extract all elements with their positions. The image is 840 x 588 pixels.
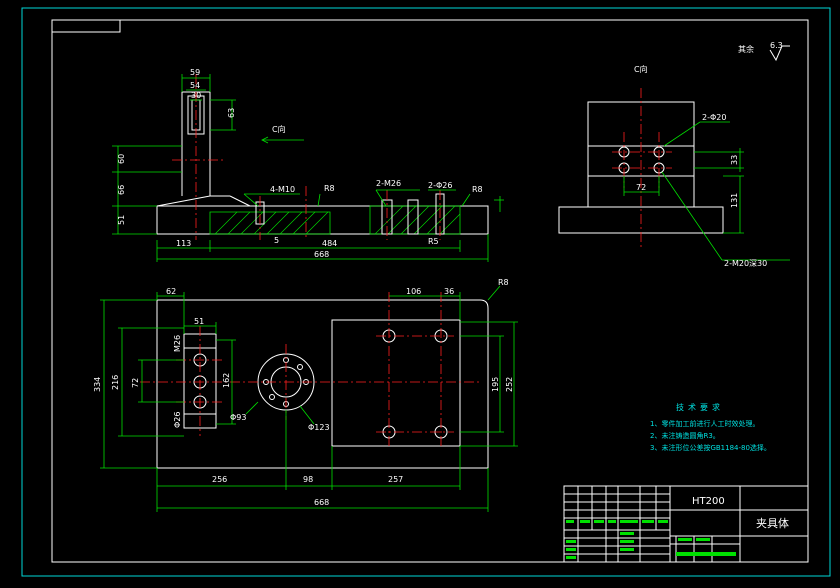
dim-131: 131 [730,193,739,208]
dia-26-plan: Φ26 [173,412,182,428]
dim-62: 62 [166,287,176,296]
dim-72-plan: 72 [131,378,140,388]
dim-106: 106 [406,287,421,296]
dia-123: Φ123 [308,423,330,432]
dim-33: 33 [730,155,739,165]
thread-4-m10: 4-M10 [270,185,295,194]
dim-195: 195 [491,377,500,392]
dim-59: 59 [190,68,200,77]
dim-484: 484 [322,239,337,248]
outer-border [21,7,831,577]
hole-2-d20: 2-Φ20 [702,113,726,122]
corner-mark [52,20,121,33]
radius-r8-plan: R8 [498,278,509,287]
side-view: C向 2-Φ20 33 72 131 2-M20深30 [558,64,790,268]
roughness-label: 其余 [738,44,754,54]
dim-334: 334 [93,377,102,392]
dim-60: 60 [117,154,126,164]
engineering-drawing: 59 54 30 63 60 66 51 4-M10 R8 2-M26 2-Φ2… [21,7,831,577]
plan-view-dims: 62 106 36 R8 51 M26 334 216 72 162 Φ26 Φ… [93,278,514,507]
hole-2-d26: 2-Φ26 [428,181,452,190]
dim-216: 216 [111,375,120,390]
tech-req-title: 技术要求 [676,402,724,412]
dim-51-plan: 51 [194,317,204,326]
title-block: HT200 夹具体 [563,485,809,563]
dim-668-plan: 668 [314,498,329,507]
dim-257: 257 [388,475,403,484]
dim-252: 252 [505,377,514,392]
view-arrow-label: C向 [272,124,286,134]
part-name-text: 夹具体 [756,516,789,530]
view-c-label: C向 [634,64,648,74]
dim-54: 54 [190,81,200,90]
dim-30: 30 [191,91,201,100]
thread-2-m20: 2-M20深30 [724,259,767,268]
dim-63: 63 [227,108,236,118]
dim-5: 5 [274,236,279,245]
dim-162: 162 [222,373,231,388]
dia-93: Φ93 [230,413,246,422]
tech-req-item-2: 2、未注铸造圆角R3。 [650,431,720,440]
tech-req-item-3: 3、未注形位公差按GB1184-80选择。 [650,443,771,452]
radius-r8-b: R8 [472,185,483,194]
dim-66: 66 [117,185,126,195]
dim-113: 113 [176,239,191,248]
dim-51: 51 [117,215,126,225]
tech-req-item-1: 1、零件加工前进行人工时效处理。 [650,419,759,428]
surface-roughness: 其余 6.3 [738,41,790,62]
thread-m26-plan: M26 [173,335,182,352]
dim-256: 256 [212,475,227,484]
thread-2-m26: 2-M26 [376,179,401,188]
dim-72-side: 72 [636,183,646,192]
dim-36: 36 [444,287,454,296]
front-view [112,74,504,262]
tech-requirements: 技术要求 1、零件加工前进行人工时效处理。 2、未注铸造圆角R3。 3、未注形位… [650,402,771,452]
front-view-dims: 59 54 30 63 60 66 51 4-M10 R8 2-M26 2-Φ2… [117,68,483,259]
radius-r8-a: R8 [324,184,335,193]
radius-r5: R5 [428,237,439,246]
dim-668-front: 668 [314,250,329,259]
dim-98: 98 [303,475,313,484]
material-text: HT200 [692,496,725,507]
